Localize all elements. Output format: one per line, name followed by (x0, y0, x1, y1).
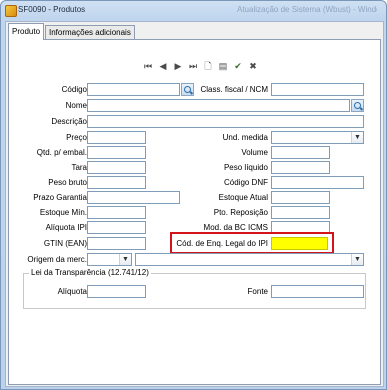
qtd-embal-input[interactable] (87, 146, 146, 159)
codigo-input[interactable] (87, 83, 180, 96)
estoque-atual-input[interactable] (271, 191, 330, 204)
aliquota-ipi-label: Alíquota IPI (45, 223, 87, 232)
lei-transparencia-title: Lei da Transparência (12.741/12) (29, 268, 151, 278)
window-title: SF0090 - Produtos (18, 5, 86, 14)
cancel-record-icon[interactable]: ✖ (248, 61, 258, 71)
chevron-down-icon[interactable]: ▼ (119, 254, 131, 265)
und-medida-select[interactable]: ▼ (271, 131, 364, 144)
chevron-down-icon[interactable]: ▼ (351, 132, 363, 143)
nome-input[interactable] (87, 99, 350, 112)
classe-fiscal-input[interactable] (271, 83, 364, 96)
pto-reposicao-input[interactable] (271, 206, 330, 219)
cod-enq-ipi-input[interactable] (271, 237, 328, 250)
produto-panel: ⏮ ◀ ▶ ⏭ 🗋 ▤ ✔ ✖ Código Class. fiscal / N… (8, 39, 381, 385)
previous-record-icon[interactable]: ◀ (158, 61, 168, 71)
origem-merc-select[interactable]: ▼ (87, 253, 132, 266)
lei-aliquota-label: Alíquota (57, 287, 87, 296)
lei-fonte-input[interactable] (271, 285, 364, 298)
volume-input[interactable] (271, 146, 330, 159)
title-bar[interactable]: SF0090 - Produtos Atualização de Sistema… (1, 1, 386, 19)
descricao-label: Descrição (51, 117, 87, 126)
save-record-icon[interactable]: ✔ (233, 61, 243, 71)
prazo-garantia-input[interactable] (87, 191, 180, 204)
lei-fonte-label: Fonte (247, 287, 268, 296)
tab-produto[interactable]: Produto (8, 23, 45, 40)
tara-input[interactable] (87, 161, 146, 174)
codigo-search-icon[interactable] (181, 83, 194, 96)
edit-record-icon[interactable]: ▤ (218, 61, 228, 71)
origem-merc-detail-select[interactable]: ▼ (135, 253, 364, 266)
codigo-dnf-input[interactable] (271, 176, 364, 189)
peso-bruto-input[interactable] (87, 176, 146, 189)
gtin-label: GTIN (EAN) (43, 239, 87, 248)
classe-fiscal-label: Class. fiscal / NCM (200, 85, 268, 94)
preco-input[interactable] (87, 131, 146, 144)
first-record-icon[interactable]: ⏮ (143, 61, 153, 71)
estoque-min-input[interactable] (87, 206, 146, 219)
estoque-min-label: Estoque Mín. (39, 208, 87, 217)
preco-label: Preço (66, 133, 87, 142)
peso-bruto-label: Peso bruto (48, 178, 87, 187)
product-window: SF0090 - Produtos Atualização de Sistema… (0, 0, 387, 390)
peso-liquido-label: Peso líquido (223, 163, 268, 172)
client-area: Produto Informações adicionais ⏮ ◀ ▶ ⏭ 🗋… (5, 21, 384, 387)
new-record-icon[interactable]: 🗋 (203, 61, 213, 71)
gtin-input[interactable] (87, 237, 146, 250)
next-record-icon[interactable]: ▶ (173, 61, 183, 71)
aliquota-ipi-input[interactable] (87, 221, 146, 234)
tara-label: Tara (71, 163, 87, 172)
pto-reposicao-label: Pto. Reposição (213, 208, 268, 217)
peso-liquido-input[interactable] (271, 161, 330, 174)
background-window-title: Atualização de Sistema (Wbust) - Windows… (237, 5, 377, 14)
descricao-input[interactable] (87, 115, 364, 128)
volume-label: Volume (241, 148, 268, 157)
app-icon (5, 5, 17, 17)
nome-label: Nome (65, 101, 87, 110)
estoque-atual-label: Estoque Atual (218, 193, 268, 202)
codigo-dnf-label: Código DNF (223, 178, 268, 187)
qtd-embal-label: Qtd. p/ embal. (36, 148, 87, 157)
lei-aliquota-input[interactable] (87, 285, 146, 298)
nome-search-icon[interactable] (351, 99, 364, 112)
cod-enq-ipi-label: Cód. de Enq. Legal do IPI (176, 239, 268, 248)
codigo-label: Código (61, 85, 87, 94)
und-medida-label: Und. medida (222, 133, 268, 142)
last-record-icon[interactable]: ⏭ (188, 61, 198, 71)
chevron-down-icon[interactable]: ▼ (351, 254, 363, 265)
tab-informacoes-adicionais[interactable]: Informações adicionais (45, 25, 135, 40)
prazo-garantia-label: Prazo Garantia (33, 193, 87, 202)
origem-merc-label: Origem da merc. (27, 255, 87, 264)
